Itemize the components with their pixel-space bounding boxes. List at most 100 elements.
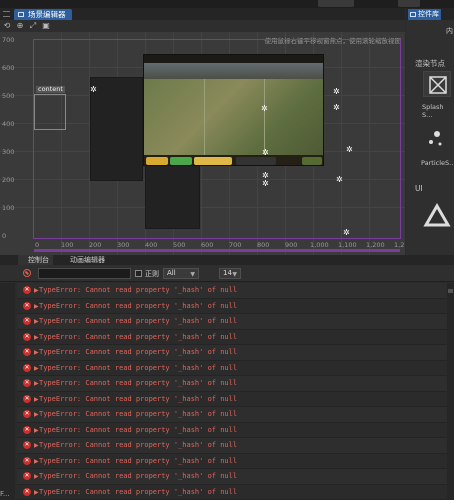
- fit-view-icon[interactable]: ⤢: [29, 22, 37, 30]
- expand-arrow-icon[interactable]: ▶: [34, 442, 39, 449]
- particle-icon[interactable]: ✲: [333, 88, 340, 96]
- regex-checkbox[interactable]: [135, 270, 142, 277]
- toolbar-button[interactable]: [318, 0, 354, 7]
- horizontal-ruler-bar: [34, 249, 400, 252]
- tab-widget-library[interactable]: 控件库: [408, 9, 441, 20]
- scene-editor-panel: 场景编辑器 ⟲ ⊕ ⤢ ▣ 使用鼠标右键平移视窗焦点，使用滚轮缩放视图 700 …: [0, 8, 405, 255]
- log-entry[interactable]: ✕ ▶ TypeError: Cannot read property '_hash…: [17, 330, 454, 345]
- log-entry[interactable]: ✕ ▶ TypeError: Cannot read property '_hash…: [17, 345, 454, 361]
- log-entry[interactable]: ✕ ▶ TypeError: Cannot read property '_hash…: [17, 454, 454, 469]
- content-node[interactable]: [34, 94, 66, 130]
- log-message: TypeError: Cannot read property '_hash' …: [39, 301, 238, 310]
- log-entry[interactable]: ✕ ▶ TypeError: Cannot read property '_hash…: [17, 376, 454, 392]
- expand-arrow-icon[interactable]: ▶: [34, 334, 39, 341]
- expand-arrow-icon[interactable]: ▶: [34, 380, 39, 387]
- expand-arrow-icon[interactable]: ▶: [34, 287, 39, 294]
- log-entry[interactable]: ✕ ▶ TypeError: Cannot read property '_hash…: [17, 392, 454, 407]
- preview-lane-line: [264, 79, 265, 155]
- clear-console-icon[interactable]: [23, 269, 31, 277]
- scene-tab-bar: 场景编辑器: [0, 8, 405, 20]
- particle-icon[interactable]: ✲: [343, 229, 350, 237]
- error-icon: ✕: [23, 317, 31, 325]
- log-entry[interactable]: ✕ ▶ TypeError: Cannot read property '_hash…: [17, 485, 454, 500]
- log-message: TypeError: Cannot read property '_hash' …: [39, 332, 238, 341]
- font-size-select[interactable]: 14 ▼: [219, 268, 241, 279]
- log-entry[interactable]: ✕ ▶ TypeError: Cannot read property '_hash…: [17, 314, 454, 330]
- tab-scene-editor-label: 场景编辑器: [28, 10, 66, 19]
- log-entry[interactable]: ✕ ▶ TypeError: Cannot read property '_hash…: [17, 407, 454, 423]
- error-icon: ✕: [23, 286, 31, 294]
- particle-icon[interactable]: ✲: [333, 104, 340, 112]
- expand-arrow-icon[interactable]: ▶: [34, 458, 39, 465]
- expand-arrow-icon[interactable]: ▶: [34, 303, 39, 310]
- log-entry[interactable]: ✕ ▶ TypeError: Cannot read property '_hash…: [17, 299, 454, 314]
- particle-icon[interactable]: ✲: [346, 146, 353, 154]
- x-tick: 900: [285, 241, 298, 249]
- preview-battlefield: [144, 79, 323, 155]
- particle-icon[interactable]: ✲: [262, 180, 269, 188]
- scene-canvas[interactable]: 使用鼠标右键平移视窗焦点，使用滚轮缩放视图 700 600 500 400 30…: [0, 32, 405, 255]
- particle-icon[interactable]: ✲: [261, 105, 268, 113]
- error-icon: ✕: [23, 410, 31, 418]
- log-level-select[interactable]: All ▼: [163, 268, 199, 279]
- log-message: TypeError: Cannot read property '_hash' …: [39, 348, 238, 356]
- log-message: TypeError: Cannot read property '_hash' …: [39, 441, 238, 449]
- splash-sprite-tile[interactable]: [423, 71, 451, 97]
- log-list: ✕ ▶ TypeError: Cannot read property '_hash…: [17, 283, 454, 500]
- log-message: TypeError: Cannot read property '_hash' …: [39, 410, 238, 418]
- x-tick: 400: [145, 241, 158, 249]
- particle-icon[interactable]: ✲: [90, 86, 97, 94]
- toolbar-button[interactable]: [398, 0, 420, 7]
- expand-arrow-icon[interactable]: ▶: [34, 349, 39, 356]
- console-scroll-thumb[interactable]: [448, 289, 453, 293]
- chevron-down-icon: ▼: [232, 271, 237, 278]
- tab-animation-editor[interactable]: 动画编辑器: [60, 255, 109, 265]
- x-tick: 500: [173, 241, 186, 249]
- refresh-icon[interactable]: ⟲: [3, 22, 11, 30]
- expand-arrow-icon[interactable]: ▶: [34, 365, 39, 372]
- error-icon: ✕: [23, 456, 31, 465]
- particle-system-tile[interactable]: [423, 126, 451, 152]
- section-render-nodes: 渲染节点: [415, 59, 445, 68]
- console-scrollbar[interactable]: [447, 283, 454, 500]
- game-scene-preview[interactable]: [143, 54, 324, 166]
- log-entry[interactable]: ✕ ▶ TypeError: Cannot read property '_hash…: [17, 283, 454, 299]
- expand-arrow-icon[interactable]: ▶: [34, 411, 39, 418]
- tab-console[interactable]: 控制台: [18, 255, 53, 265]
- log-entry[interactable]: ✕ ▶ TypeError: Cannot read property '_hash…: [17, 438, 454, 454]
- frame-icon[interactable]: ▣: [42, 22, 50, 30]
- particle-icon[interactable]: ✲: [336, 176, 343, 184]
- zoom-in-icon[interactable]: ⊕: [16, 22, 24, 30]
- particle-icon[interactable]: ✲: [262, 149, 269, 157]
- chevron-down-icon: ▼: [190, 271, 195, 278]
- library-tab-bar: 控件库: [406, 8, 454, 20]
- tab-scene-editor[interactable]: 场景编辑器: [14, 9, 72, 20]
- preview-lane-line: [204, 79, 205, 155]
- preview-hud-button: [146, 157, 168, 165]
- sprite-node[interactable]: [90, 77, 143, 181]
- tab-console-label: 控制台: [28, 256, 49, 264]
- splash-sprite-label: Splash S...: [422, 103, 444, 119]
- log-entry[interactable]: ✕ ▶ TypeError: Cannot read property '_hash…: [17, 423, 454, 438]
- expand-arrow-icon[interactable]: ▶: [34, 396, 39, 403]
- log-message: TypeError: Cannot read property '_hash' …: [39, 487, 238, 496]
- log-entry[interactable]: ✕ ▶ TypeError: Cannot read property '_hash…: [17, 361, 454, 376]
- panel-grip-icon[interactable]: [3, 11, 10, 17]
- expand-arrow-icon[interactable]: ▶: [34, 318, 39, 325]
- section-ui: UI: [415, 184, 423, 193]
- tab-animation-editor-label: 动画编辑器: [70, 256, 105, 264]
- y-tick: 400: [2, 120, 15, 128]
- y-tick: 600: [2, 64, 15, 72]
- log-message: TypeError: Cannot read property '_hash' …: [39, 394, 238, 403]
- log-message: TypeError: Cannot read property '_hash' …: [39, 456, 238, 465]
- expand-arrow-icon[interactable]: ▶: [34, 473, 39, 480]
- ui-widget-tile[interactable]: [423, 203, 451, 229]
- log-filter-input[interactable]: [38, 268, 131, 279]
- library-icon: [410, 12, 416, 17]
- log-message: TypeError: Cannot read property '_hash' …: [39, 379, 238, 387]
- log-entry[interactable]: ✕ ▶ TypeError: Cannot read property '_hash…: [17, 469, 454, 485]
- expand-arrow-icon[interactable]: ▶: [34, 489, 39, 496]
- error-icon: ✕: [23, 332, 31, 341]
- expand-arrow-icon[interactable]: ▶: [34, 427, 39, 434]
- log-message: TypeError: Cannot read property '_hash' …: [39, 317, 238, 325]
